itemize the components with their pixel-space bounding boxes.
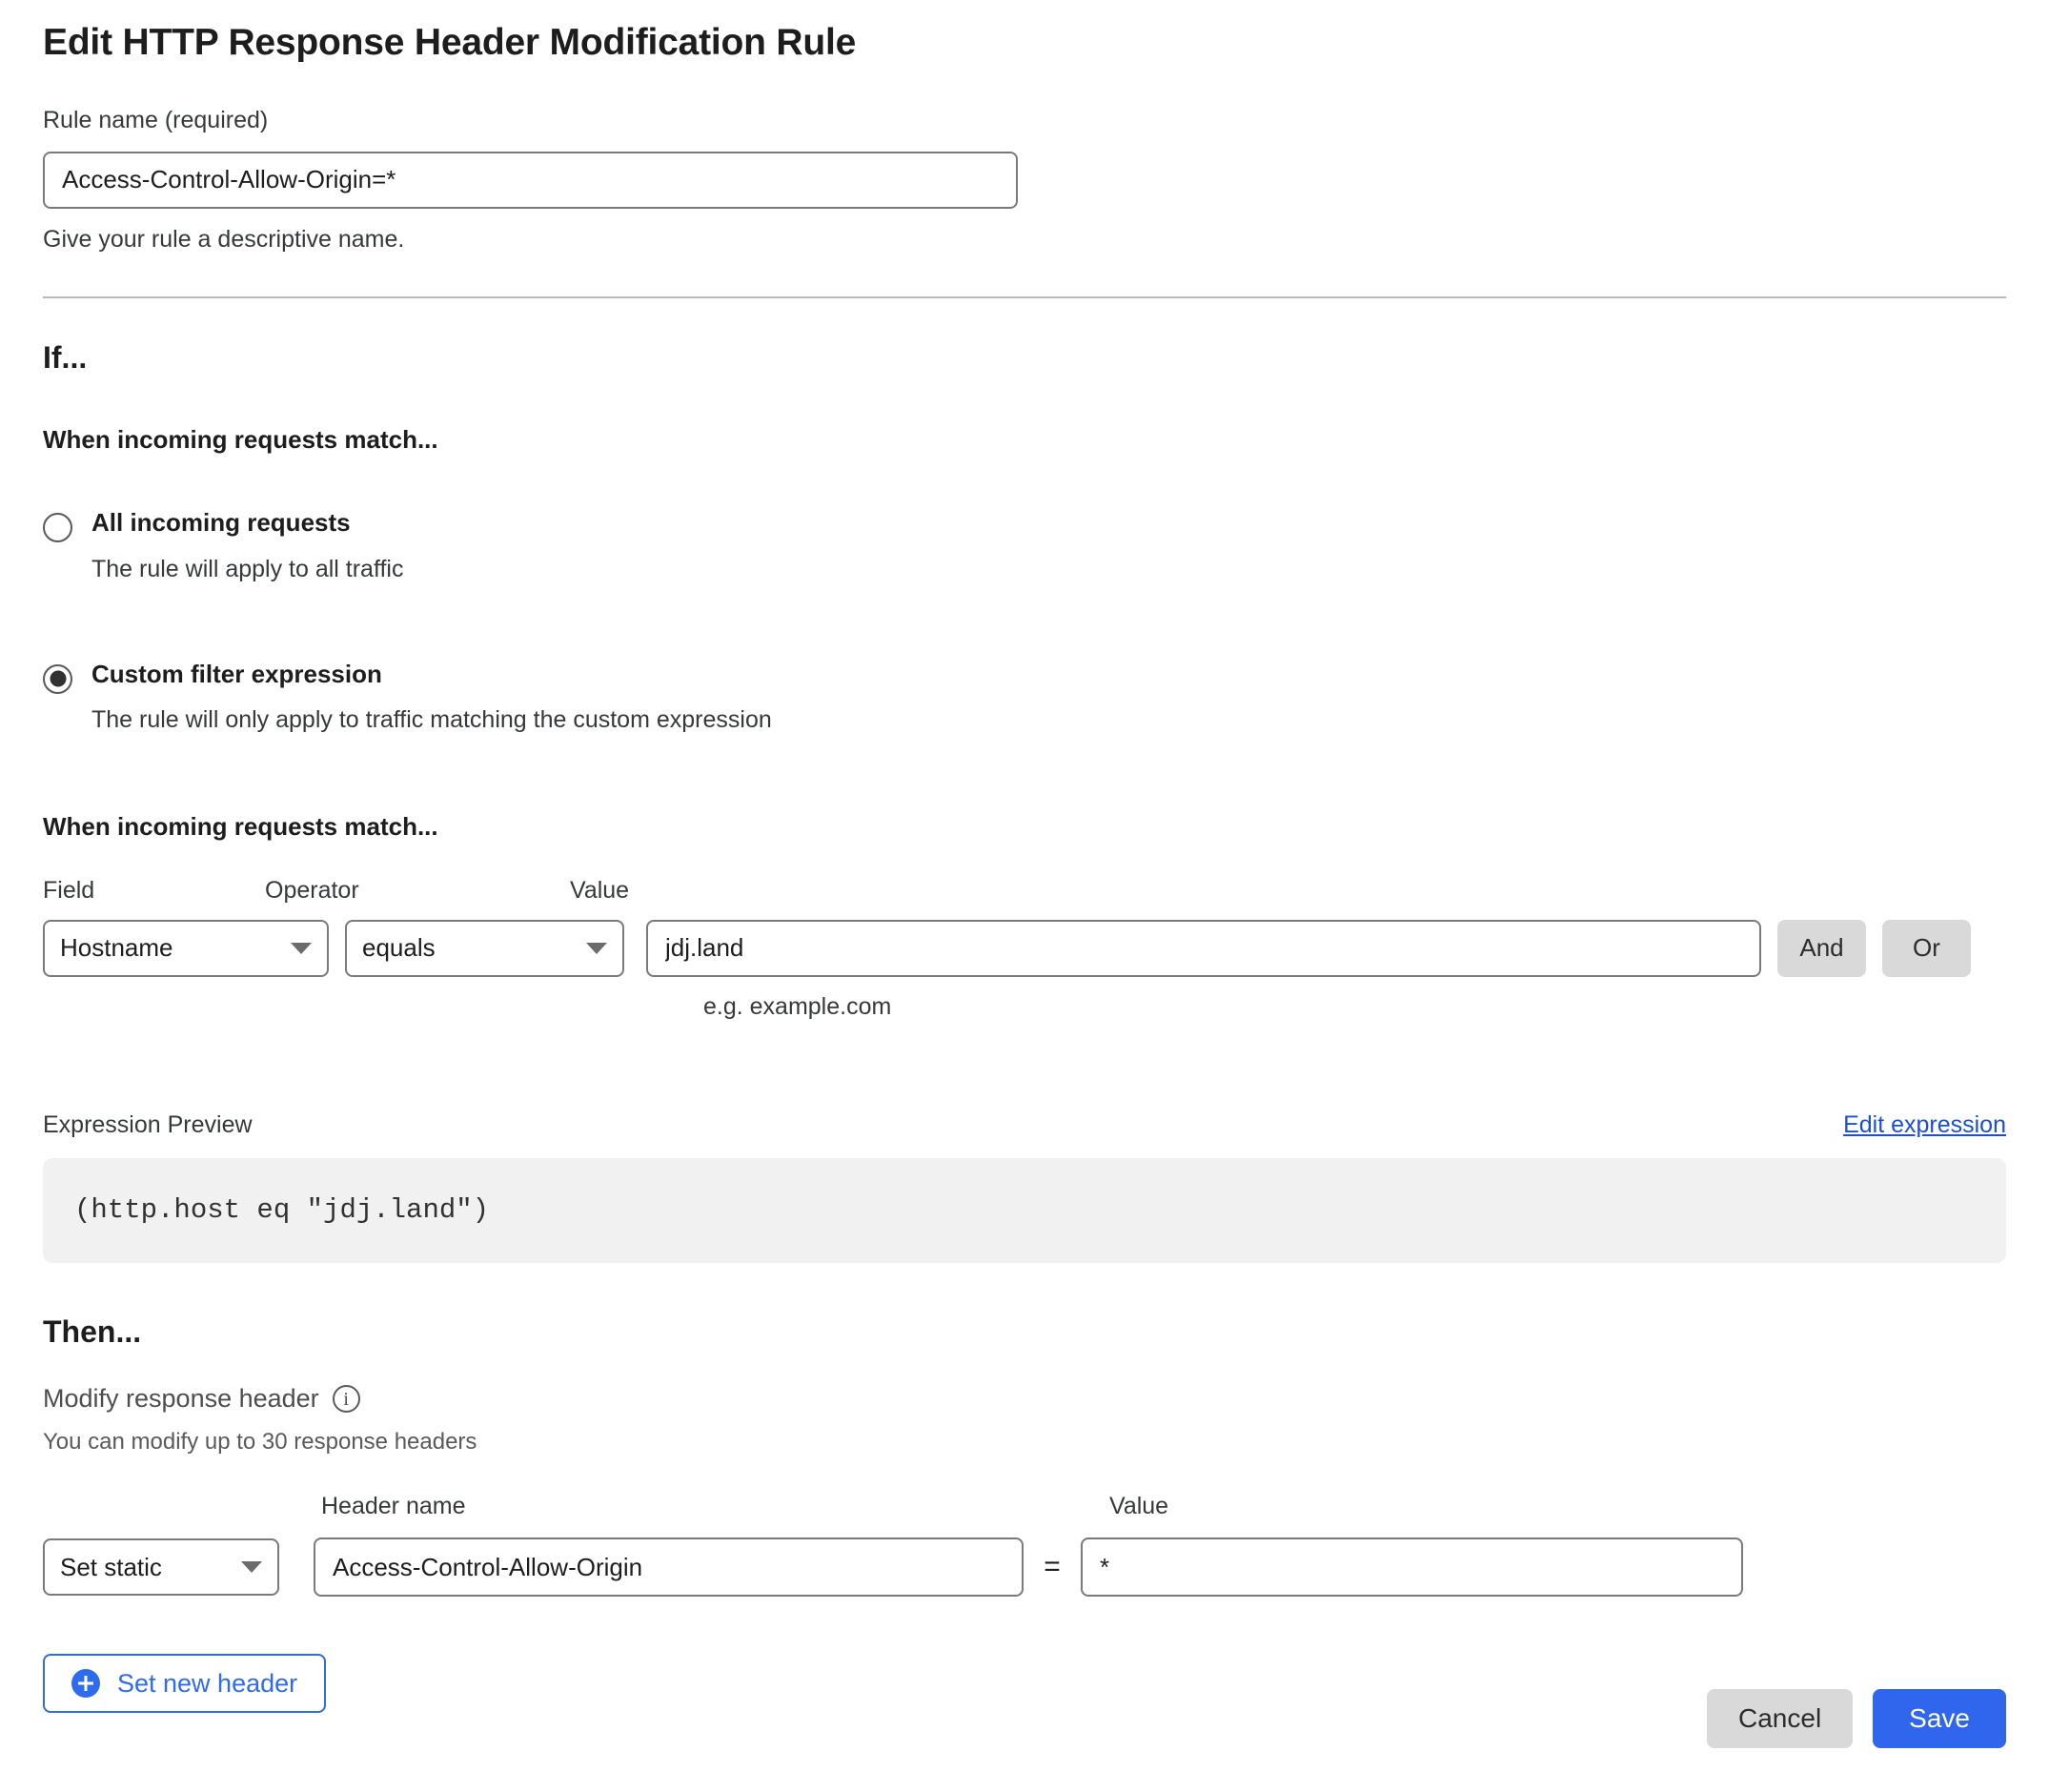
page-title: Edit HTTP Response Header Modification R… bbox=[43, 22, 857, 63]
radio-option-custom-filter[interactable]: Custom filter expression The rule will o… bbox=[43, 660, 2006, 734]
radio-label-custom-filter: Custom filter expression bbox=[91, 659, 382, 688]
field-select-value: Hostname bbox=[60, 933, 173, 963]
expression-preview-box: (http.host eq "jdj.land") bbox=[43, 1157, 2006, 1263]
or-button[interactable]: Or bbox=[1882, 919, 1971, 977]
modify-response-header-label: Modify response header bbox=[43, 1384, 319, 1414]
info-icon[interactable]: i bbox=[332, 1385, 360, 1414]
header-action-select[interactable]: Set static bbox=[43, 1538, 279, 1597]
rule-name-group: Rule name (required) Give your rule a de… bbox=[43, 106, 2006, 254]
condition-builder: Field Operator Value Hostname equals And… bbox=[43, 876, 2006, 1021]
equals-sign: = bbox=[1044, 1551, 1061, 1583]
section-divider bbox=[43, 295, 2006, 298]
cancel-button[interactable]: Cancel bbox=[1707, 1689, 1854, 1748]
match-heading-conditions: When incoming requests match... bbox=[43, 811, 438, 841]
footer-actions: Cancel Save bbox=[1707, 1689, 2006, 1748]
and-button[interactable]: And bbox=[1777, 919, 1866, 977]
expression-preview-group: Expression Preview Edit expression (http… bbox=[43, 1111, 2006, 1263]
operator-select[interactable]: equals bbox=[345, 919, 624, 977]
header-value-input[interactable] bbox=[1081, 1537, 1743, 1598]
set-new-header-button[interactable]: Set new header bbox=[43, 1654, 327, 1714]
radio-desc-all-requests: The rule will apply to all traffic bbox=[91, 555, 404, 582]
set-new-header-label: Set new header bbox=[117, 1668, 298, 1698]
rule-name-helper: Give your rule a descriptive name. bbox=[43, 225, 405, 253]
expression-code: (http.host eq "jdj.land") bbox=[74, 1194, 490, 1227]
header-name-input[interactable] bbox=[314, 1537, 1024, 1598]
rule-name-input[interactable] bbox=[43, 151, 1018, 209]
chevron-down-icon bbox=[291, 942, 312, 954]
field-label: Field bbox=[43, 876, 95, 904]
radio-option-all-requests[interactable]: All incoming requests The rule will appl… bbox=[43, 508, 2006, 582]
save-button[interactable]: Save bbox=[1873, 1689, 2006, 1748]
expression-preview-label: Expression Preview bbox=[43, 1110, 253, 1138]
chevron-down-icon bbox=[586, 942, 607, 954]
match-type-radio-group: All incoming requests The rule will appl… bbox=[43, 508, 2006, 733]
match-heading-top: When incoming requests match... bbox=[43, 425, 438, 455]
modify-response-header-sub: You can modify up to 30 response headers bbox=[43, 1429, 477, 1456]
field-select[interactable]: Hostname bbox=[43, 919, 329, 977]
then-section-heading: Then... bbox=[43, 1313, 142, 1349]
value-label: Value bbox=[570, 876, 630, 904]
operator-select-value: equals bbox=[362, 933, 436, 963]
rule-name-label: Rule name (required) bbox=[43, 106, 269, 133]
plus-circle-icon bbox=[71, 1669, 100, 1699]
chevron-down-icon bbox=[241, 1561, 262, 1574]
condition-value-helper: e.g. example.com bbox=[703, 992, 892, 1020]
operator-label: Operator bbox=[265, 876, 359, 904]
condition-value-input[interactable] bbox=[646, 919, 1761, 977]
edit-expression-link[interactable]: Edit expression bbox=[1843, 1111, 2006, 1139]
radio-label-all-requests: All incoming requests bbox=[91, 508, 351, 538]
header-action-select-value: Set static bbox=[60, 1552, 162, 1581]
header-name-label: Header name bbox=[321, 1493, 466, 1520]
radio-desc-custom-filter: The rule will only apply to traffic matc… bbox=[91, 705, 772, 733]
if-section-heading: If... bbox=[43, 339, 88, 375]
radio-icon-unchecked[interactable] bbox=[43, 513, 72, 543]
header-modification-row: Header name Value Set static = bbox=[43, 1492, 2006, 1598]
radio-icon-checked[interactable] bbox=[43, 663, 72, 694]
header-value-label: Value bbox=[1109, 1493, 1169, 1520]
rule-editor-page: Edit HTTP Response Header Modification R… bbox=[0, 0, 2049, 1792]
